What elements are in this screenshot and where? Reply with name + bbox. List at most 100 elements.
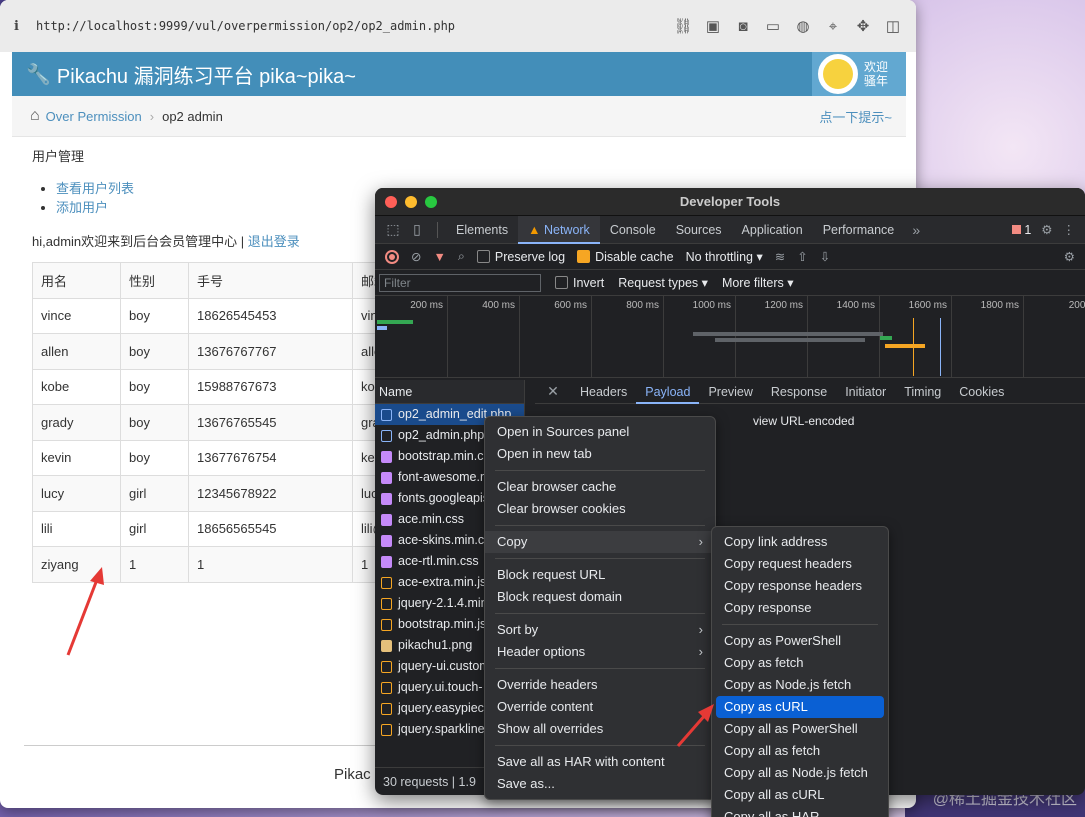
doc-file-icon bbox=[381, 429, 392, 442]
address-bar[interactable]: i http://localhost:9999/vul/overpermissi… bbox=[0, 0, 916, 52]
menu-item-block-url[interactable]: Block request URL bbox=[485, 564, 715, 586]
more-tabs-icon[interactable]: » bbox=[904, 222, 928, 238]
timeline-label: 400 ms bbox=[482, 300, 515, 311]
tab-timing[interactable]: Timing bbox=[895, 380, 950, 404]
table-cell: 1 bbox=[188, 546, 353, 583]
url-text[interactable]: http://localhost:9999/vul/overpermission… bbox=[36, 19, 674, 33]
filter-input[interactable]: Filter bbox=[379, 273, 541, 292]
site-title[interactable]: Pikachu 漏洞练习平台 pika~pika~ bbox=[57, 60, 356, 89]
menu-item-copy-all-powershell[interactable]: Copy all as PowerShell bbox=[712, 718, 888, 740]
table-cell: 18626545453 bbox=[188, 297, 353, 334]
menu-item-override-headers[interactable]: Override headers bbox=[485, 674, 715, 696]
menu-item-copy-all-har[interactable]: Copy all as HAR bbox=[712, 806, 888, 817]
kebab-menu-icon[interactable]: ⋮ bbox=[1063, 222, 1076, 237]
screenshot-icon[interactable]: ▣ bbox=[704, 17, 722, 35]
menu-item-header-options[interactable]: Header options › bbox=[485, 641, 715, 663]
menu-item-open-in-sources[interactable]: Open in Sources panel bbox=[485, 421, 715, 443]
menu-item-copy-all-fetch[interactable]: Copy all as fetch bbox=[712, 740, 888, 762]
menu-item-copy-response-headers[interactable]: Copy response headers bbox=[712, 575, 888, 597]
camera-icon[interactable]: ◙ bbox=[734, 17, 752, 35]
timeline-label: 600 ms bbox=[554, 300, 587, 311]
menu-item-open-new-tab[interactable]: Open in new tab bbox=[485, 443, 715, 465]
menu-item-header-options-label: Header options bbox=[497, 644, 586, 659]
table-cell: vince bbox=[32, 297, 121, 334]
menu-item-clear-cookies[interactable]: Clear browser cookies bbox=[485, 498, 715, 520]
view-users-link[interactable]: 查看用户列表 bbox=[56, 181, 134, 196]
extensions-icon[interactable]: ✥ bbox=[854, 17, 872, 35]
table-cell: 13677676754 bbox=[188, 439, 353, 476]
sidebar-icon[interactable]: ◫ bbox=[884, 17, 902, 35]
device-toggle-icon[interactable]: ▯ bbox=[405, 221, 429, 238]
avatar bbox=[818, 54, 858, 94]
terminal-icon[interactable]: ▭ bbox=[764, 17, 782, 35]
logout-link[interactable]: 退出登录 bbox=[248, 234, 300, 249]
menu-item-copy-link[interactable]: Copy link address bbox=[712, 531, 888, 553]
info-icon[interactable]: i bbox=[14, 19, 36, 34]
tab-response[interactable]: Response bbox=[762, 380, 836, 404]
inspect-icon[interactable]: ⬚ bbox=[381, 221, 405, 238]
tab-payload[interactable]: Payload bbox=[636, 380, 700, 404]
issues-badge[interactable]: 1 bbox=[1012, 223, 1031, 237]
download-icon[interactable]: ⇩ bbox=[820, 249, 830, 264]
menu-item-save-har[interactable]: Save all as HAR with content bbox=[485, 751, 715, 773]
filter-icon[interactable]: ▼ bbox=[433, 250, 445, 264]
tab-application[interactable]: Application bbox=[732, 216, 813, 244]
breadcrumb-parent[interactable]: Over Permission bbox=[46, 109, 142, 124]
clear-icon[interactable]: ⊘ bbox=[411, 249, 421, 264]
menu-item-save-as[interactable]: Save as... bbox=[485, 773, 715, 795]
menu-item-sort-by[interactable]: Sort by › bbox=[485, 619, 715, 641]
transferred-size: 1.9 bbox=[458, 775, 476, 789]
user-menu[interactable]: 欢迎 骚年 bbox=[812, 52, 906, 96]
disable-cache-checkbox[interactable]: Disable cache bbox=[577, 249, 674, 264]
table-cell: boy bbox=[120, 404, 189, 441]
menu-item-copy-all-curl[interactable]: Copy all as cURL bbox=[712, 784, 888, 806]
tab-cookies[interactable]: Cookies bbox=[950, 380, 1013, 404]
network-timeline[interactable]: 200 ms 400 ms 600 ms 800 ms 1000 ms 1200 ms 14… bbox=[375, 296, 1085, 378]
tab-network[interactable]: ▲ Network bbox=[518, 215, 600, 244]
menu-item-copy-node-fetch[interactable]: Copy as Node.js fetch bbox=[712, 674, 888, 696]
invert-checkbox[interactable]: Invert bbox=[555, 275, 604, 290]
more-filters-dropdown[interactable]: More filters ▾ bbox=[722, 275, 794, 290]
menu-item-copy-response[interactable]: Copy response bbox=[712, 597, 888, 619]
menu-item-clear-cache[interactable]: Clear browser cache bbox=[485, 476, 715, 498]
link-icon[interactable]: ⛓ bbox=[673, 17, 692, 35]
name-column-header[interactable]: Name bbox=[375, 380, 524, 404]
tab-preview[interactable]: Preview bbox=[699, 380, 761, 404]
tab-headers[interactable]: Headers bbox=[571, 380, 636, 404]
add-user-link[interactable]: 添加用户 bbox=[56, 200, 108, 215]
menu-item-block-domain[interactable]: Block request domain bbox=[485, 586, 715, 608]
close-icon[interactable]: ✕ bbox=[535, 383, 571, 400]
menu-item-copy-fetch[interactable]: Copy as fetch bbox=[712, 652, 888, 674]
request-name: ace-skins.min.css bbox=[398, 533, 497, 547]
menu-divider bbox=[722, 624, 878, 625]
menu-item-copy-curl[interactable]: Copy as cURL bbox=[716, 696, 884, 718]
throttling-select[interactable]: No throttling ▾ bbox=[686, 249, 763, 264]
request-types-dropdown[interactable]: Request types ▾ bbox=[618, 275, 708, 290]
css-file-icon bbox=[381, 555, 392, 568]
preserve-log-label: Preserve log bbox=[494, 249, 566, 264]
target-icon[interactable]: ⌖ bbox=[824, 17, 842, 35]
view-url-encoded-link[interactable]: view URL-encoded bbox=[753, 414, 854, 428]
globe-icon[interactable]: ◍ bbox=[794, 17, 812, 35]
table-cell: boy bbox=[120, 368, 189, 405]
hint-link[interactable]: 点一下提示~ bbox=[819, 107, 892, 126]
preserve-log-checkbox[interactable]: Preserve log bbox=[476, 249, 566, 264]
network-settings-icon[interactable]: ⚙ bbox=[1064, 249, 1075, 264]
table-cell: allen bbox=[32, 333, 121, 370]
menu-item-copy-request-headers[interactable]: Copy request headers bbox=[712, 553, 888, 575]
settings-icon[interactable]: ⚙ bbox=[1041, 222, 1052, 237]
network-conditions-icon[interactable]: ≋ bbox=[775, 249, 785, 264]
search-icon[interactable]: ⌕ bbox=[458, 249, 465, 264]
table-header-row: 用名 性别 手号 邮箱 bbox=[32, 262, 432, 299]
upload-icon[interactable]: ⇧ bbox=[797, 249, 807, 264]
menu-item-copy-all-node-fetch[interactable]: Copy all as Node.js fetch bbox=[712, 762, 888, 784]
tab-performance[interactable]: Performance bbox=[813, 216, 905, 244]
issues-count: 1 bbox=[1024, 222, 1032, 237]
tab-sources[interactable]: Sources bbox=[666, 216, 732, 244]
record-button[interactable] bbox=[385, 249, 399, 264]
menu-item-copy-powershell[interactable]: Copy as PowerShell bbox=[712, 630, 888, 652]
tab-initiator[interactable]: Initiator bbox=[836, 380, 895, 404]
tab-console[interactable]: Console bbox=[600, 216, 666, 244]
tab-elements[interactable]: Elements bbox=[446, 216, 518, 244]
menu-item-copy[interactable]: Copy › bbox=[485, 531, 715, 553]
